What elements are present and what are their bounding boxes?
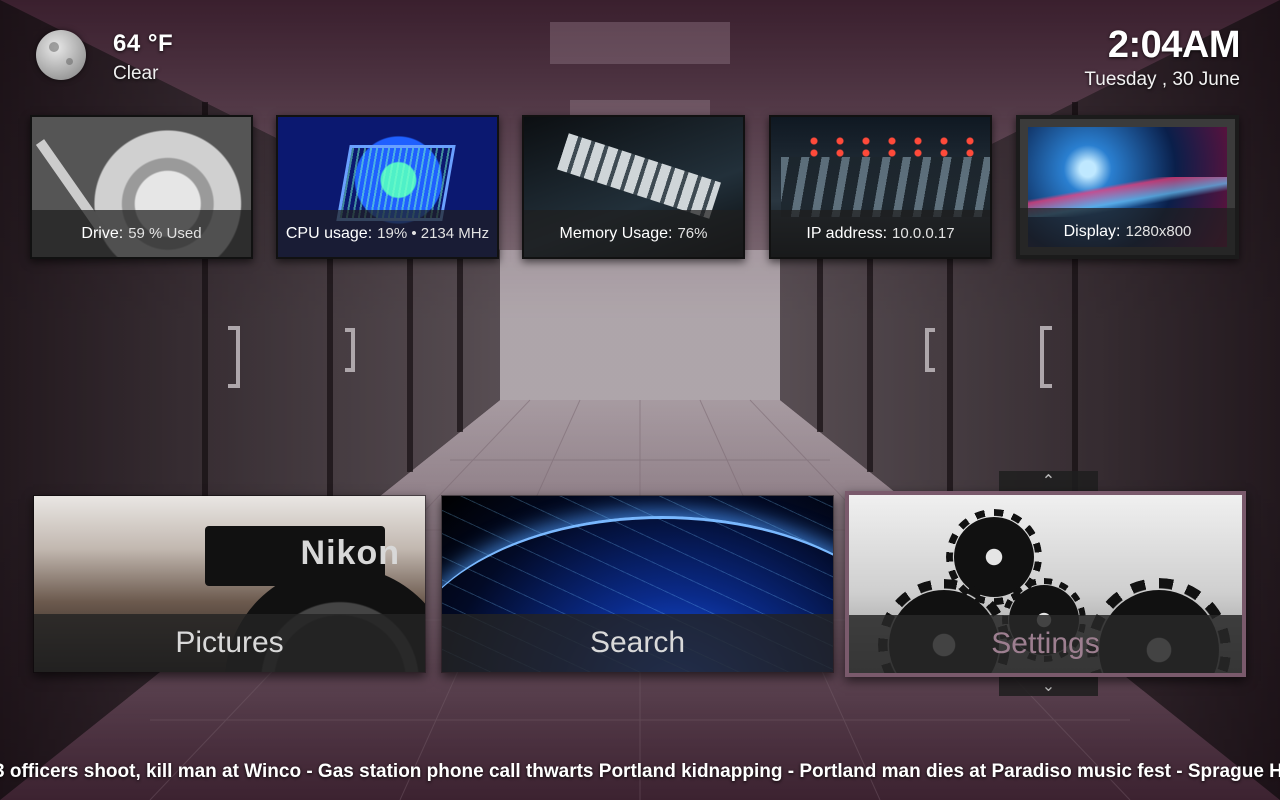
scroll-up-button[interactable]: ⌃ <box>999 471 1098 491</box>
info-tile-key: CPU usage: <box>285 224 373 242</box>
info-tile-key: IP address: <box>806 224 888 242</box>
clock-date: Tuesday , 30 June <box>1084 69 1240 90</box>
menu-item-settings[interactable]: Settings <box>845 491 1246 677</box>
info-tile-key: Drive: <box>81 224 124 242</box>
info-tile-memory[interactable]: Memory Usage: 76% <box>522 115 745 259</box>
info-tile-key: Memory Usage: <box>559 224 673 242</box>
clock-time: 2:04AM <box>1107 24 1241 66</box>
chevron-up-icon: ⌃ <box>1041 473 1056 490</box>
menu-item-label: Settings <box>849 615 1242 673</box>
info-tile-key: Display: <box>1063 222 1121 240</box>
moon-icon <box>36 30 86 80</box>
menu-item-pictures[interactable]: Nikon Pictures <box>33 495 426 673</box>
temperature: 64 °F <box>113 30 174 57</box>
camera-brand-text: Nikon <box>300 534 400 572</box>
info-tile-value: 10.0.0.17 <box>892 225 955 242</box>
main-menu: Nikon Pictures Search Settings <box>33 491 1246 677</box>
news-ticker-text: 3 officers shoot, kill man at Winco - Ga… <box>0 761 1280 782</box>
info-tile-display[interactable]: Display: 1280x800 <box>1016 115 1239 259</box>
info-tile-ip[interactable]: IP address: 10.0.0.17 <box>769 115 992 259</box>
info-tile-value: 59 % Used <box>128 225 202 242</box>
info-tile-drive[interactable]: Drive: 59 % Used <box>30 115 253 259</box>
info-tile-value: 1280x800 <box>1125 223 1192 240</box>
menu-item-label: Pictures <box>34 614 425 672</box>
menu-item-search[interactable]: Search <box>441 495 834 673</box>
info-tile-cpu[interactable]: CPU usage: 19% • 2134 MHz <box>276 115 499 259</box>
info-tile-value: 76% <box>677 225 708 242</box>
info-tile-value: 19% • 2134 MHz <box>377 225 490 242</box>
chevron-down-icon: ⌄ <box>1041 678 1056 695</box>
clock-widget: 2:04AM Tuesday , 30 June <box>1084 24 1240 91</box>
system-info-row: Drive: 59 % Used CPU usage: 19% • 2134 M… <box>30 115 1240 259</box>
weather-widget: 64 °F Clear <box>36 30 173 85</box>
weather-condition: Clear <box>113 63 159 84</box>
news-ticker: 3 officers shoot, kill man at Winco - Ga… <box>0 758 1280 788</box>
scroll-down-button[interactable]: ⌄ <box>999 676 1098 696</box>
menu-item-label: Search <box>442 614 833 672</box>
